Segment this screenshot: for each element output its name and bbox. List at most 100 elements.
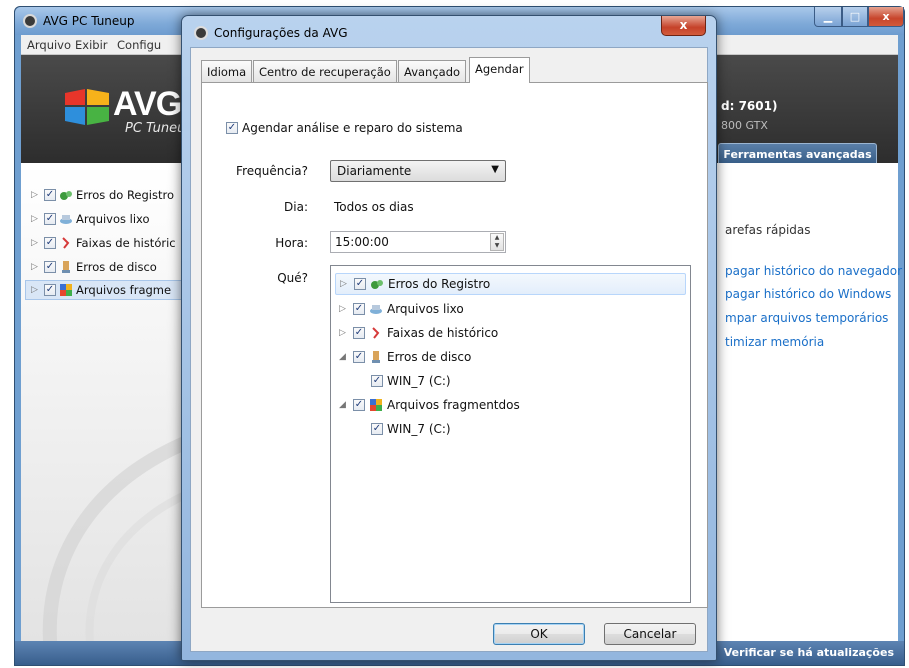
link-clean-temp-files[interactable]: mpar arquivos temporários (725, 311, 888, 325)
schedule-checkbox-row[interactable]: ✓ Agendar análise e reparo do sistema (226, 121, 463, 135)
junk-files-icon (370, 305, 382, 314)
checkbox[interactable]: ✓ (353, 351, 365, 363)
expand-arrow-icon[interactable]: ▷ (340, 279, 350, 289)
what-item-fragmented[interactable]: ◢ ✓ Arquivos fragmentdos (339, 394, 520, 416)
checkbox[interactable]: ✓ (44, 213, 56, 225)
main-window-title: AVG PC Tuneup (43, 14, 135, 28)
tree-item-fragmented[interactable]: ▷ ✓ Arquivos fragme (25, 280, 189, 300)
menu-configuracoes[interactable]: Configu (117, 38, 161, 52)
day-label: Dia: (284, 200, 308, 214)
checkbox[interactable]: ✓ (371, 375, 383, 387)
expand-arrow-icon[interactable]: ▷ (31, 285, 41, 295)
what-label: Qué? (277, 271, 308, 285)
registry-icon (371, 280, 383, 289)
checkbox[interactable]: ✓ (353, 399, 365, 411)
dialog-title: Configurações da AVG (214, 26, 348, 40)
collapse-arrow-icon[interactable]: ◢ (339, 352, 349, 362)
tree-item-junk[interactable]: ▷ ✓ Arquivos lixo (31, 209, 150, 229)
frequency-label: Frequência? (236, 164, 308, 178)
tree-item-registry[interactable]: ▷ ✓ Erros do Registro (31, 185, 174, 205)
checkbox[interactable]: ✓ (353, 327, 365, 339)
maximize-button[interactable]: □ (842, 7, 868, 27)
link-clear-browser-history[interactable]: pagar histórico do navegador (725, 264, 902, 278)
tree-item-label: Arquivos lixo (76, 212, 150, 226)
day-value: Todos os dias (334, 200, 414, 214)
expand-arrow-icon[interactable]: ▷ (31, 214, 41, 224)
checkbox[interactable]: ✓ (354, 278, 366, 290)
registry-icon (60, 191, 72, 200)
menu-arquivo[interactable]: Arquivo (27, 38, 71, 52)
avg-app-icon (23, 14, 37, 28)
tab-avancado[interactable]: Avançado (398, 60, 467, 82)
disk-errors-icon (372, 351, 380, 363)
what-item-label: Arquivos lixo (387, 302, 464, 316)
minimize-button[interactable]: ▁ (814, 7, 842, 27)
dialog-client: Idioma Centro de recuperação Avançado Ag… (190, 47, 708, 652)
what-item-label: Erros do Registro (388, 277, 491, 291)
expand-arrow-icon[interactable]: ▷ (339, 328, 349, 338)
what-item-label: WIN_7 (C:) (387, 374, 451, 388)
frequency-value: Diariamente (337, 164, 412, 178)
what-item-disk-drive[interactable]: ✓ WIN_7 (C:) (371, 370, 451, 392)
checkbox[interactable]: ✓ (44, 261, 56, 273)
brand-name: AVG (113, 85, 182, 123)
expand-arrow-icon[interactable]: ▷ (31, 238, 41, 248)
what-item-junk[interactable]: ▷ ✓ Arquivos lixo (339, 298, 464, 320)
tree-item-label: Arquivos fragme (76, 283, 172, 297)
checkbox[interactable]: ✓ (353, 303, 365, 315)
schedule-checkbox-label: Agendar análise e reparo do sistema (242, 121, 463, 135)
tree-item-label: Erros de disco (76, 260, 157, 274)
tree-item-label: Erros do Registro (76, 188, 174, 202)
checkbox[interactable]: ✓ (44, 284, 56, 296)
avg-app-icon (194, 26, 208, 40)
disk-errors-icon (62, 261, 70, 273)
what-item-fragmented-drive[interactable]: ✓ WIN_7 (C:) (371, 418, 451, 440)
quick-tasks-panel: arefas rápidas pagar histórico do navega… (711, 163, 902, 641)
what-item-label: Faixas de histórico (387, 326, 499, 340)
expand-arrow-icon[interactable]: ▷ (31, 190, 41, 200)
time-value: 15:00:00 (335, 235, 389, 249)
dropdown-arrow-icon: ▼ (491, 164, 499, 175)
tree-item-disk[interactable]: ▷ ✓ Erros de disco (31, 257, 157, 277)
check-updates-link[interactable]: Verificar se há atualizações (724, 646, 894, 659)
dialog-close-button[interactable]: x (661, 16, 706, 36)
tree-item-label: Faixas de históric (76, 236, 176, 250)
what-item-disk[interactable]: ◢ ✓ Erros de disco (339, 346, 471, 368)
task-tree-panel: ▷ ✓ Erros do Registro ▷ ✓ Arquivos lixo … (21, 163, 218, 654)
tab-centro-recuperacao[interactable]: Centro de recuperação (253, 60, 397, 82)
checkbox[interactable]: ✓ (44, 237, 56, 249)
quick-tasks-title: arefas rápidas (725, 223, 811, 237)
frequency-select[interactable]: Diariamente ▼ (330, 160, 506, 182)
time-spinner[interactable]: ▲ ▼ (490, 233, 504, 251)
tab-advanced-tools[interactable]: Ferramentas avançadas (718, 143, 877, 165)
tab-idioma[interactable]: Idioma (201, 60, 253, 82)
junk-files-icon (60, 215, 72, 224)
time-label: Hora: (275, 236, 308, 250)
what-item-label: Arquivos fragmentdos (387, 398, 520, 412)
history-traces-icon (372, 327, 380, 339)
fragmented-files-icon (370, 399, 382, 411)
avg-logo-icon (65, 89, 109, 125)
link-optimize-memory[interactable]: timizar memória (725, 335, 824, 349)
what-tree: ▷ ✓ Erros do Registro ▷ ✓ Arquivos lixo … (330, 265, 691, 603)
what-item-registry[interactable]: ▷ ✓ Erros do Registro (335, 273, 686, 295)
checkbox[interactable]: ✓ (371, 423, 383, 435)
expand-arrow-icon[interactable]: ▷ (339, 304, 349, 314)
collapse-arrow-icon[interactable]: ◢ (339, 400, 349, 410)
tree-item-history[interactable]: ▷ ✓ Faixas de históric (31, 233, 176, 253)
time-input[interactable]: 15:00:00 ▲ ▼ (330, 231, 506, 253)
ok-button[interactable]: OK (493, 623, 585, 645)
close-button[interactable]: x (868, 7, 904, 27)
fragmented-files-icon (60, 284, 72, 296)
link-clear-windows-history[interactable]: pagar histórico do Windows (725, 287, 891, 301)
expand-arrow-icon[interactable]: ▷ (31, 262, 41, 272)
cancel-button[interactable]: Cancelar (604, 623, 696, 645)
what-item-history[interactable]: ▷ ✓ Faixas de histórico (339, 322, 498, 344)
tab-agendar[interactable]: Agendar (469, 57, 530, 83)
history-traces-icon (62, 237, 70, 249)
schedule-panel: ✓ Agendar análise e reparo do sistema Fr… (201, 82, 708, 608)
menu-exibir[interactable]: Exibir (75, 38, 108, 52)
settings-dialog: Configurações da AVG x Idioma Centro de … (181, 15, 717, 661)
checkbox[interactable]: ✓ (44, 189, 56, 201)
schedule-checkbox[interactable]: ✓ (226, 122, 238, 134)
